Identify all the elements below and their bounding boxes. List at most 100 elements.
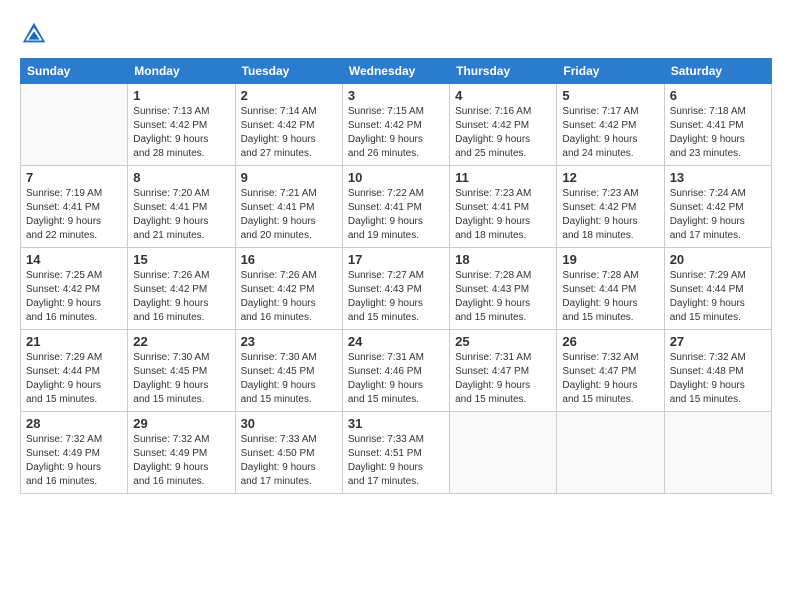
day-info: Sunrise: 7:23 AMSunset: 4:42 PMDaylight:… — [562, 187, 658, 243]
week-row-4: 21Sunrise: 7:29 AMSunset: 4:44 PMDayligh… — [21, 330, 772, 412]
day-info: Sunrise: 7:24 AMSunset: 4:42 PMDaylight:… — [670, 187, 766, 243]
calendar-cell: 3Sunrise: 7:15 AMSunset: 4:42 PMDaylight… — [342, 84, 449, 166]
day-number: 9 — [241, 170, 337, 185]
day-info: Sunrise: 7:19 AMSunset: 4:41 PMDaylight:… — [26, 187, 122, 243]
day-number: 31 — [348, 416, 444, 431]
day-info: Sunrise: 7:29 AMSunset: 4:44 PMDaylight:… — [26, 351, 122, 407]
day-info: Sunrise: 7:33 AMSunset: 4:51 PMDaylight:… — [348, 433, 444, 489]
weekday-header-saturday: Saturday — [664, 59, 771, 84]
day-number: 13 — [670, 170, 766, 185]
day-info: Sunrise: 7:21 AMSunset: 4:41 PMDaylight:… — [241, 187, 337, 243]
calendar-cell: 22 Sunrise: 7:30 AMSunset: 4:45 PMDayligh… — [128, 330, 235, 412]
weekday-header-monday: Monday — [128, 59, 235, 84]
calendar-cell: 16 Sunrise: 7:26 AMSunset: 4:42 PMDayligh… — [235, 248, 342, 330]
day-number: 19 — [562, 252, 658, 267]
day-info: Sunrise: 7:33 AMSunset: 4:50 PMDaylight:… — [241, 433, 337, 489]
day-info: Sunrise: 7:28 AMSunset: 4:44 PMDaylight:… — [562, 269, 658, 325]
day-number: 22 — [133, 334, 229, 349]
day-number: 30 — [241, 416, 337, 431]
day-info: Sunrise: 7:32 AMSunset: 4:47 PMDaylight:… — [562, 351, 658, 407]
calendar-cell: 13 Sunrise: 7:24 AMSunset: 4:42 PMDayligh… — [664, 166, 771, 248]
day-number: 3 — [348, 88, 444, 103]
calendar-cell: 19 Sunrise: 7:28 AMSunset: 4:44 PMDayligh… — [557, 248, 664, 330]
calendar-cell: 5 Sunrise: 7:17 AMSunset: 4:42 PMDaylight… — [557, 84, 664, 166]
day-number: 1 — [133, 88, 229, 103]
calendar-cell: 2 Sunrise: 7:14 AMSunset: 4:42 PMDaylight… — [235, 84, 342, 166]
day-number: 14 — [26, 252, 122, 267]
week-row-5: 28 Sunrise: 7:32 AMSunset: 4:49 PMDayligh… — [21, 412, 772, 494]
calendar-cell: 25 Sunrise: 7:31 AMSunset: 4:47 PMDayligh… — [450, 330, 557, 412]
day-info: Sunrise: 7:32 AMSunset: 4:49 PMDaylight:… — [133, 433, 229, 489]
calendar-cell: 11 Sunrise: 7:23 AMSunset: 4:41 PMDayligh… — [450, 166, 557, 248]
calendar-cell — [450, 412, 557, 494]
day-number: 28 — [26, 416, 122, 431]
page: SundayMondayTuesdayWednesdayThursdayFrid… — [0, 0, 792, 612]
header — [20, 15, 772, 48]
calendar-cell: 30 Sunrise: 7:33 AMSunset: 4:50 PMDayligh… — [235, 412, 342, 494]
day-number: 25 — [455, 334, 551, 349]
day-info: Sunrise: 7:32 AMSunset: 4:48 PMDaylight:… — [670, 351, 766, 407]
day-info: Sunrise: 7:27 AMSunset: 4:43 PMDaylight:… — [348, 269, 444, 325]
day-number: 15 — [133, 252, 229, 267]
calendar-cell: 29 Sunrise: 7:32 AMSunset: 4:49 PMDayligh… — [128, 412, 235, 494]
day-number: 23 — [241, 334, 337, 349]
day-info: Sunrise: 7:30 AMSunset: 4:45 PMDaylight:… — [133, 351, 229, 407]
day-info: Sunrise: 7:30 AMSunset: 4:45 PMDaylight:… — [241, 351, 337, 407]
day-number: 16 — [241, 252, 337, 267]
logo-icon — [20, 20, 48, 48]
day-number: 24 — [348, 334, 444, 349]
day-number: 10 — [348, 170, 444, 185]
day-info: Sunrise: 7:25 AMSunset: 4:42 PMDaylight:… — [26, 269, 122, 325]
day-info: Sunrise: 7:16 AMSunset: 4:42 PMDaylight:… — [455, 105, 551, 161]
day-info: Sunrise: 7:31 AMSunset: 4:47 PMDaylight:… — [455, 351, 551, 407]
calendar-cell: 8Sunrise: 7:20 AMSunset: 4:41 PMDaylight… — [128, 166, 235, 248]
calendar: SundayMondayTuesdayWednesdayThursdayFrid… — [20, 58, 772, 494]
calendar-cell — [21, 84, 128, 166]
weekday-header-thursday: Thursday — [450, 59, 557, 84]
day-number: 2 — [241, 88, 337, 103]
day-number: 26 — [562, 334, 658, 349]
calendar-cell: 27Sunrise: 7:32 AMSunset: 4:48 PMDayligh… — [664, 330, 771, 412]
calendar-cell: 14 Sunrise: 7:25 AMSunset: 4:42 PMDayligh… — [21, 248, 128, 330]
day-info: Sunrise: 7:13 AMSunset: 4:42 PMDaylight:… — [133, 105, 229, 161]
day-number: 8 — [133, 170, 229, 185]
day-number: 11 — [455, 170, 551, 185]
calendar-cell: 17 Sunrise: 7:27 AMSunset: 4:43 PMDayligh… — [342, 248, 449, 330]
day-info: Sunrise: 7:22 AMSunset: 4:41 PMDaylight:… — [348, 187, 444, 243]
calendar-cell: 24 Sunrise: 7:31 AMSunset: 4:46 PMDayligh… — [342, 330, 449, 412]
calendar-cell: 7 Sunrise: 7:19 AMSunset: 4:41 PMDaylight… — [21, 166, 128, 248]
calendar-cell: 1 Sunrise: 7:13 AMSunset: 4:42 PMDaylight… — [128, 84, 235, 166]
day-number: 6 — [670, 88, 766, 103]
day-info: Sunrise: 7:32 AMSunset: 4:49 PMDaylight:… — [26, 433, 122, 489]
day-number: 17 — [348, 252, 444, 267]
day-number: 18 — [455, 252, 551, 267]
weekday-header-wednesday: Wednesday — [342, 59, 449, 84]
week-row-1: 1 Sunrise: 7:13 AMSunset: 4:42 PMDaylight… — [21, 84, 772, 166]
day-number: 20 — [670, 252, 766, 267]
calendar-cell: 26 Sunrise: 7:32 AMSunset: 4:47 PMDayligh… — [557, 330, 664, 412]
calendar-cell: 21Sunrise: 7:29 AMSunset: 4:44 PMDayligh… — [21, 330, 128, 412]
day-number: 5 — [562, 88, 658, 103]
weekday-header-friday: Friday — [557, 59, 664, 84]
day-info: Sunrise: 7:31 AMSunset: 4:46 PMDaylight:… — [348, 351, 444, 407]
calendar-cell: 12 Sunrise: 7:23 AMSunset: 4:42 PMDayligh… — [557, 166, 664, 248]
weekday-header-sunday: Sunday — [21, 59, 128, 84]
day-info: Sunrise: 7:26 AMSunset: 4:42 PMDaylight:… — [241, 269, 337, 325]
day-info: Sunrise: 7:28 AMSunset: 4:43 PMDaylight:… — [455, 269, 551, 325]
day-number: 4 — [455, 88, 551, 103]
logo — [20, 20, 52, 48]
calendar-cell: 9 Sunrise: 7:21 AMSunset: 4:41 PMDaylight… — [235, 166, 342, 248]
calendar-cell: 4 Sunrise: 7:16 AMSunset: 4:42 PMDaylight… — [450, 84, 557, 166]
day-info: Sunrise: 7:14 AMSunset: 4:42 PMDaylight:… — [241, 105, 337, 161]
day-number: 12 — [562, 170, 658, 185]
weekday-header-tuesday: Tuesday — [235, 59, 342, 84]
calendar-cell: 23 Sunrise: 7:30 AMSunset: 4:45 PMDayligh… — [235, 330, 342, 412]
day-number: 29 — [133, 416, 229, 431]
day-number: 7 — [26, 170, 122, 185]
day-info: Sunrise: 7:23 AMSunset: 4:41 PMDaylight:… — [455, 187, 551, 243]
week-row-2: 7 Sunrise: 7:19 AMSunset: 4:41 PMDaylight… — [21, 166, 772, 248]
day-info: Sunrise: 7:18 AMSunset: 4:41 PMDaylight:… — [670, 105, 766, 161]
day-info: Sunrise: 7:17 AMSunset: 4:42 PMDaylight:… — [562, 105, 658, 161]
calendar-cell: 28 Sunrise: 7:32 AMSunset: 4:49 PMDayligh… — [21, 412, 128, 494]
calendar-cell: 6 Sunrise: 7:18 AMSunset: 4:41 PMDaylight… — [664, 84, 771, 166]
